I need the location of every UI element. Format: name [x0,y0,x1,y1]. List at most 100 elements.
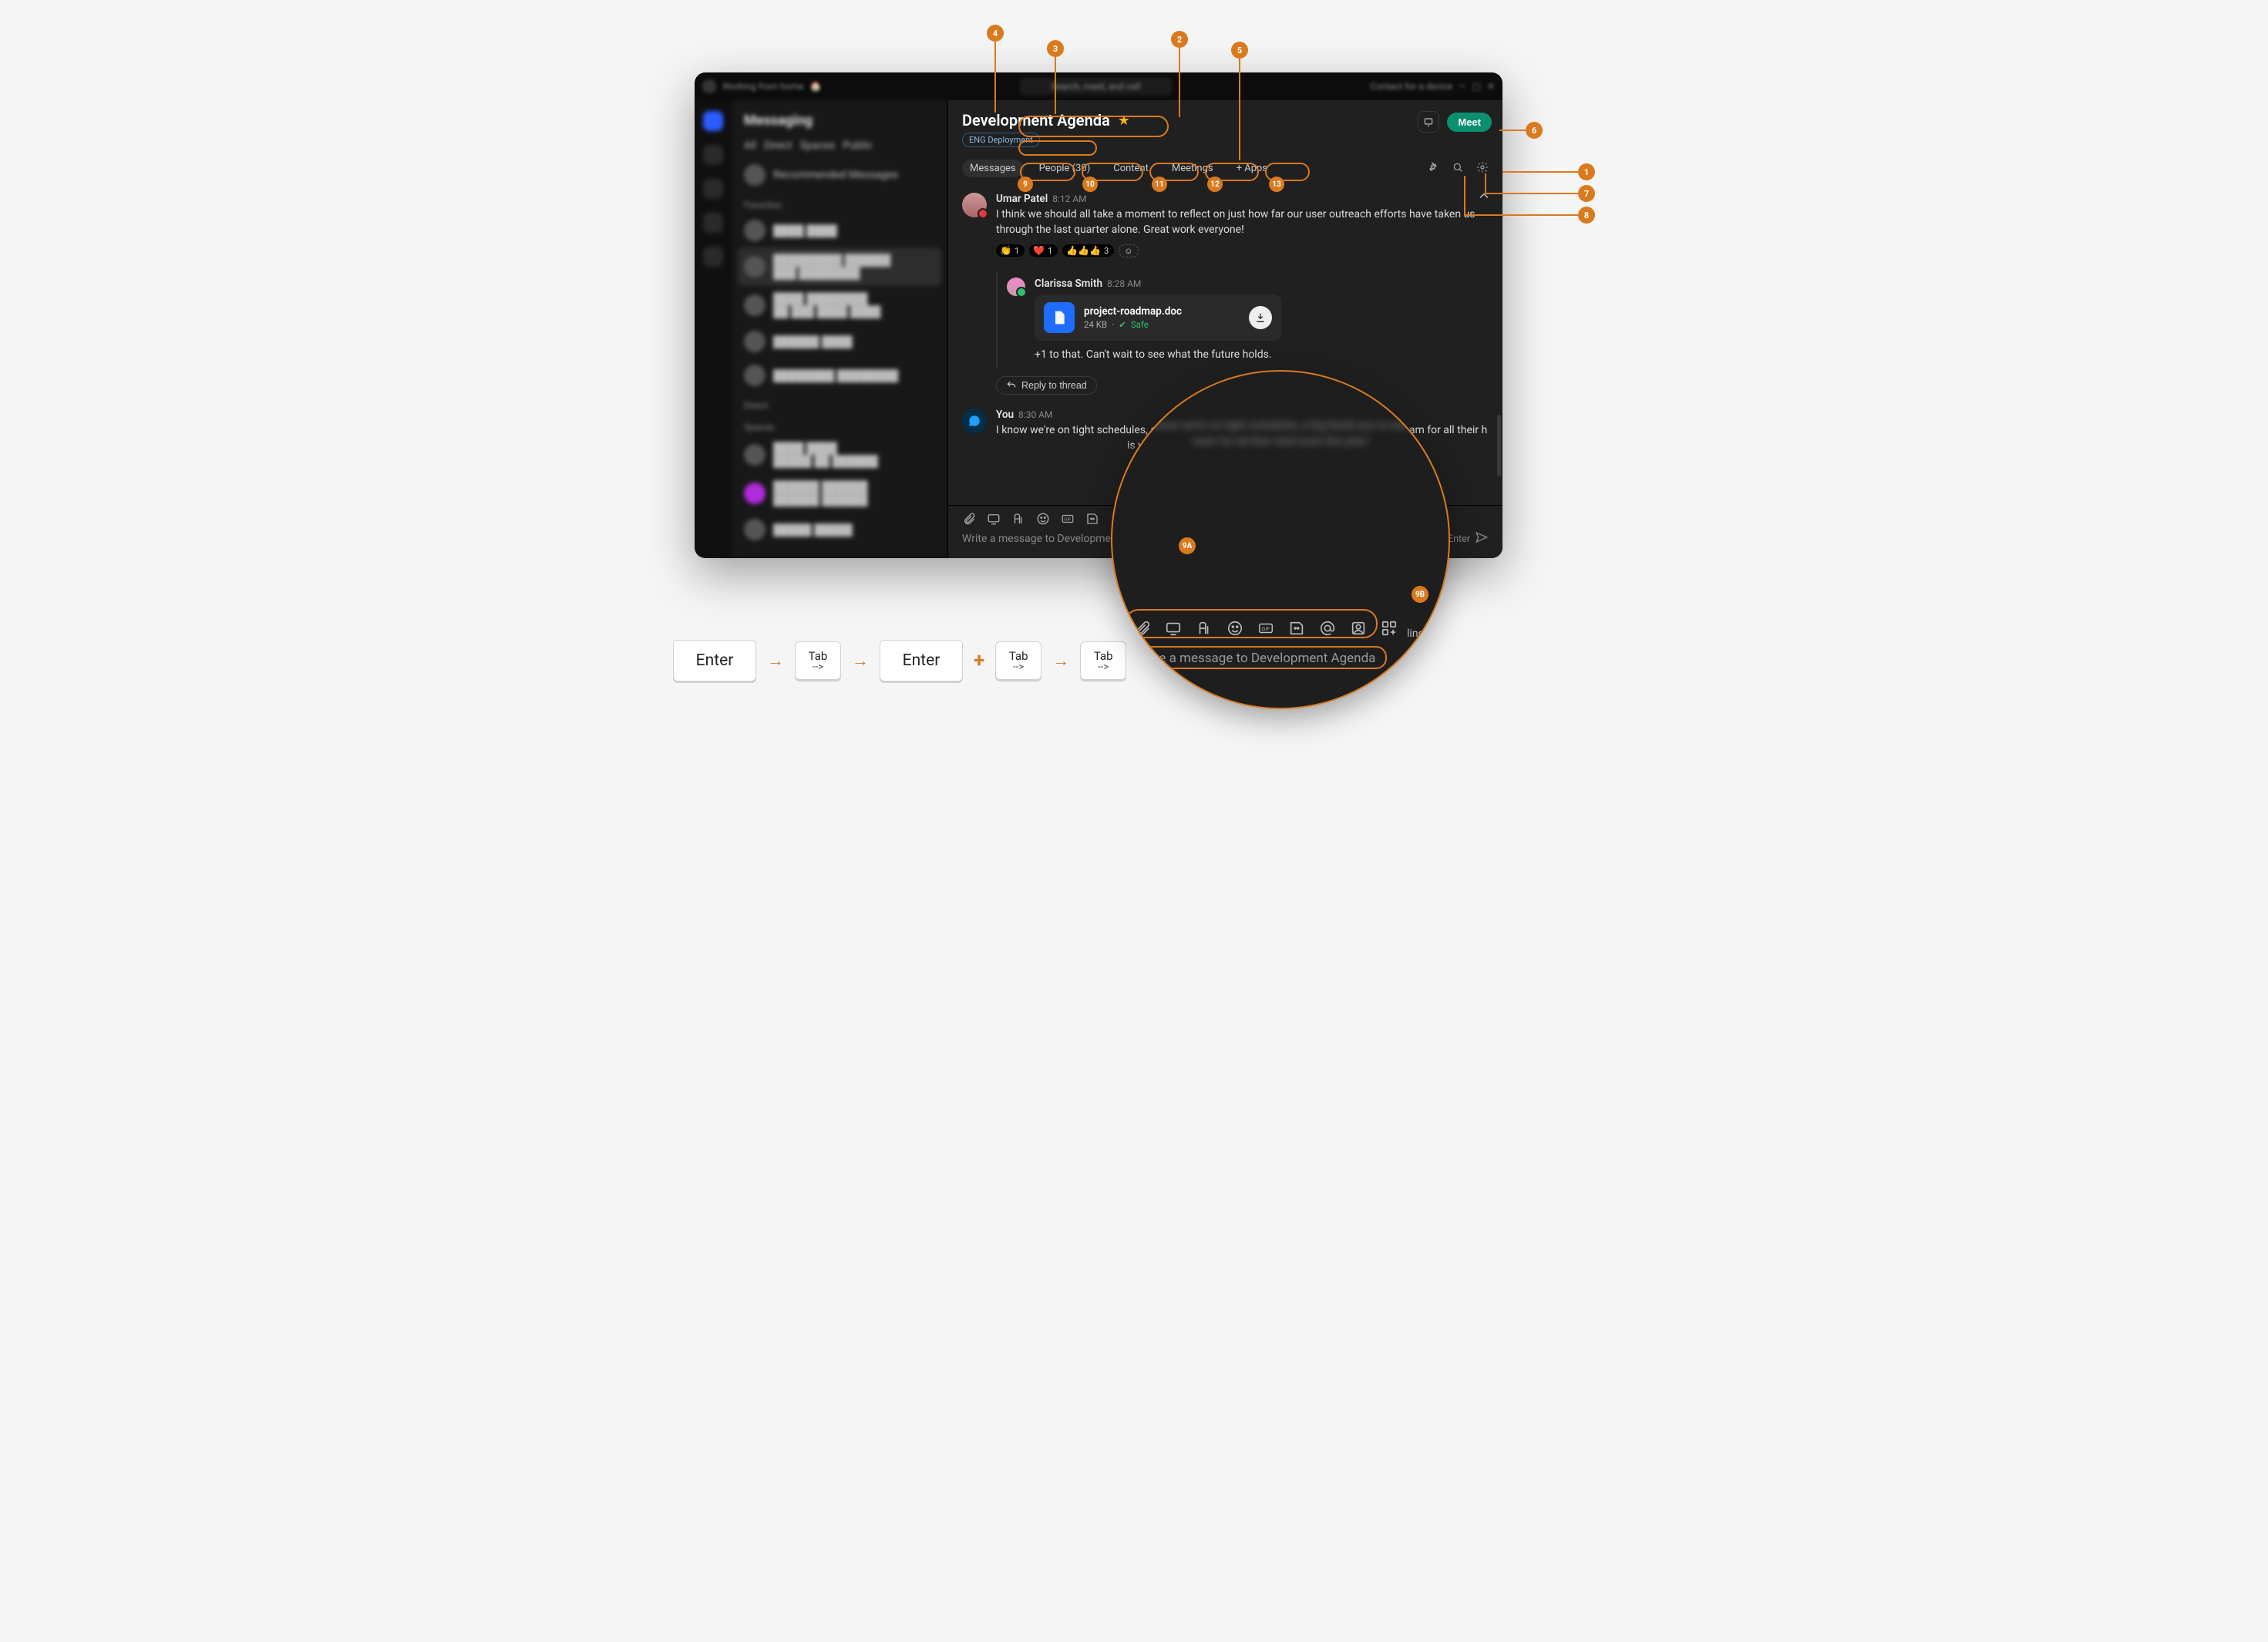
attach-icon[interactable] [962,512,976,529]
sidebar-section-favorites: Favorites [738,192,941,214]
zoom-lens: I know we're on tight schedules, a big t… [1111,370,1450,709]
message-author: You [996,409,1014,421]
sidebar-heading: Messaging [738,108,941,133]
collapse-pane-icon[interactable] [1476,188,1492,204]
file-name: project-roadmap.doc [1084,305,1240,318]
send-icon[interactable] [1475,530,1489,547]
star-icon[interactable]: ★ [1118,113,1130,129]
message-time: 8:28 AM [1107,278,1141,289]
window-max[interactable]: ▢ [1472,81,1481,92]
svg-text:GIF: GIF [1262,627,1270,632]
plus-icon: + [974,649,984,672]
rail-calls-icon[interactable] [703,179,723,199]
arrow-right-icon: → [1052,651,1069,671]
dnd-badge [978,208,988,219]
window-close[interactable]: ✕ [1487,81,1495,92]
search-icon[interactable] [1452,161,1464,177]
sticker-icon[interactable] [1288,620,1305,640]
callout-3: 3 [1047,40,1064,57]
message-author: Clarissa Smith [1035,278,1102,290]
screen-capture-icon[interactable] [987,512,1001,529]
titlebar-cta[interactable]: Contact for a device [1370,81,1452,92]
pin-icon[interactable] [1427,161,1439,177]
tab-people[interactable]: People (30) [1031,160,1099,177]
callout-5: 5 [1231,42,1248,59]
gif-icon[interactable]: GIF [1257,620,1274,640]
file-size: 24 KB [1084,319,1107,330]
titlebar-status: Working from home [722,81,804,92]
emoji-icon[interactable] [1227,620,1243,640]
apps-add-icon[interactable] [1381,620,1398,640]
sidebar-item[interactable]: ██████ ████████████ ██████ [738,474,941,513]
attach-icon[interactable] [1134,620,1151,640]
meet-button[interactable]: Meet [1447,113,1492,132]
reaction[interactable]: 👍👍👍3 [1062,244,1114,257]
arrow-right-icon: → [852,651,869,671]
format-icon[interactable] [1011,512,1025,529]
rail-calendar-icon[interactable] [703,213,723,233]
sidebar-filters[interactable]: All Direct Spaces Public [738,133,941,158]
key-enter: Enter [673,640,756,681]
rail-more-icon[interactable] [703,247,723,267]
sidebar-item[interactable]: █████ █████ [738,513,941,547]
tab-content[interactable]: Content [1105,160,1156,177]
tab-messages[interactable]: Messages [962,160,1024,177]
sidebar-item[interactable]: ████ ████ [738,214,941,247]
reactions: 👏1 ❤️1 👍👍👍3 ☺ [996,244,1489,257]
people-icon[interactable] [1350,620,1367,640]
message: Umar Patel8:12 AM I think we should all … [962,187,1489,264]
sidebar-recommended[interactable]: Recommended Messages [738,158,941,192]
callout-4: 4 [987,25,1004,42]
rail-messaging-icon[interactable] [703,111,723,131]
gif-icon[interactable]: GIF [1061,512,1075,529]
screenshare-button[interactable] [1418,111,1439,133]
rail-teams-icon[interactable] [703,145,723,165]
message-author: Umar Patel [996,193,1048,205]
file-safe: Safe [1131,319,1149,330]
file-attachment[interactable]: project-roadmap.doc 24 KB · ✔Safe [1035,294,1281,341]
format-icon[interactable] [1196,620,1213,640]
window-min[interactable]: — [1459,81,1465,92]
zoom-footer-line: line [1407,628,1424,640]
callout-6: 6 [1526,122,1543,139]
reaction[interactable]: 👏1 [996,244,1025,257]
callout-7: 7 [1578,185,1595,202]
sidebar-item[interactable]: ████ █████████ ██ ██████ [738,436,941,474]
document-icon [1044,302,1075,333]
titlebar: Working from home 🏠 Search, meet, and ca… [695,72,1502,100]
sidebar-item[interactable]: ████████ ████████ [738,358,941,392]
callout-9b: 9B [1412,586,1428,603]
sticker-icon[interactable] [1085,512,1099,529]
zoom-blur-text: I know we're on tight schedules, a big t… [1112,372,1449,450]
callout-8: 8 [1578,207,1595,224]
tab-meetings[interactable]: Meetings [1164,160,1221,177]
add-reaction-icon[interactable]: ☺ [1119,244,1138,257]
callout-10: 10 [1082,177,1098,192]
global-search[interactable]: Search, meet, and call [1020,78,1171,95]
team-pill[interactable]: ENG Deployment [962,133,1040,147]
avatar[interactable] [962,193,987,217]
avatar[interactable] [1007,278,1025,296]
gear-icon[interactable] [1476,161,1489,177]
zoom-composer-input[interactable]: Write a message to Development Agenda [1128,648,1433,669]
key-tab: Tab--> [795,641,841,680]
sidebar: Messaging All Direct Spaces Public Recom… [732,100,947,558]
reaction[interactable]: ❤️1 [1029,244,1058,257]
message-time: 8:30 AM [1018,409,1052,420]
self-avatar[interactable] [962,409,987,433]
keyboard-sequence: Enter → Tab--> → Enter + Tab--> → Tab--> [673,640,1126,681]
presence-dot [702,79,716,93]
callout-13: 13 [1269,177,1284,192]
screen-capture-icon[interactable] [1165,620,1182,640]
mention-icon[interactable] [1319,620,1336,640]
reply-thread-button[interactable]: Reply to thread [996,376,1097,395]
sidebar-item[interactable]: ████ ██████████ ███ ████ ████ [738,286,941,325]
emoji-icon[interactable] [1036,512,1050,529]
tab-apps[interactable]: + Apps [1229,160,1275,177]
message-text: +1 to that. Can't wait to see what the f… [1035,347,1489,362]
sidebar-item-active[interactable]: █████████ █████████ ████████ [738,247,941,286]
callout-2: 2 [1171,31,1188,48]
download-icon[interactable] [1249,306,1272,329]
sidebar-item[interactable]: ██████ ████ [738,325,941,358]
scrollbar[interactable] [1497,415,1501,476]
